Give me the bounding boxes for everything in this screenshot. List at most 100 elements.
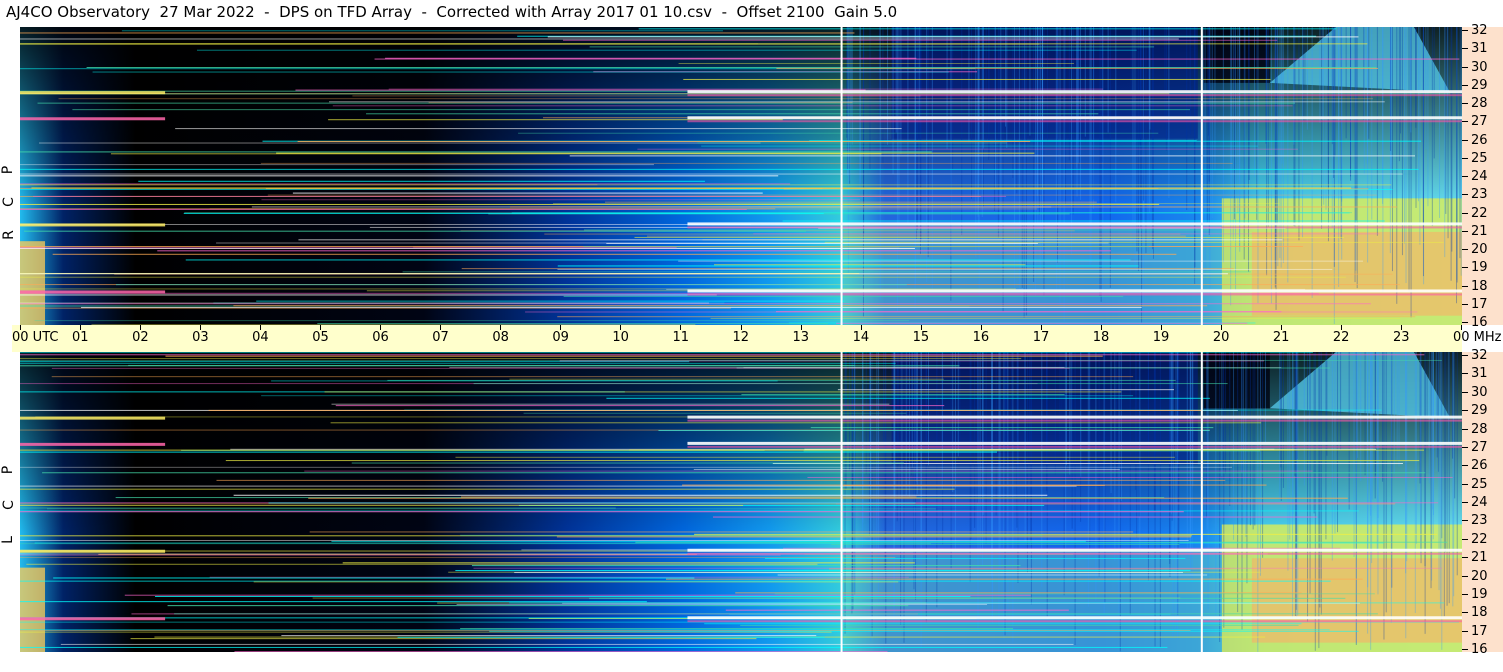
interference-line — [783, 547, 1341, 549]
vertical-streak — [1303, 352, 1305, 486]
vertical-streak — [1302, 27, 1304, 121]
vertical-streak — [974, 352, 976, 528]
interference-line — [209, 208, 1038, 210]
vertical-streak — [1414, 352, 1416, 613]
interference-line — [473, 567, 1442, 569]
freq-tick-label: 30 — [1471, 384, 1488, 400]
time-marker-line — [1200, 352, 1203, 652]
vertical-streak — [931, 27, 933, 290]
top-polarization-char-3: R — [0, 230, 17, 240]
vertical-streak — [1287, 27, 1289, 283]
vertical-streak — [1006, 27, 1008, 149]
interference-line — [803, 450, 1260, 452]
time-tick-label: 07 — [432, 330, 449, 345]
time-tick-label: 19 — [1152, 330, 1170, 345]
interference-line — [714, 264, 1026, 266]
interference-line — [428, 102, 853, 104]
freq-tick — [1462, 520, 1468, 522]
strong-band-edge — [687, 620, 1462, 623]
strong-band — [687, 289, 1462, 293]
freq-tick-label: 16 — [1471, 642, 1488, 657]
interference-line — [234, 651, 888, 652]
interference-line — [124, 594, 1031, 596]
interference-line — [309, 531, 1134, 533]
interference-line — [449, 366, 1065, 368]
interference-line — [20, 557, 896, 559]
time-tick-label: 09 — [552, 330, 569, 345]
vertical-streak — [1327, 27, 1329, 191]
freq-tick — [1462, 249, 1468, 250]
freq-tick-label: 26 — [1471, 132, 1488, 148]
interference-line — [42, 472, 1426, 474]
vertical-streak — [1436, 352, 1438, 458]
vertical-streak — [1420, 352, 1422, 556]
interference-line — [260, 162, 1233, 164]
freq-tick — [1462, 267, 1468, 269]
vertical-streak — [979, 352, 981, 556]
interference-line — [697, 142, 1007, 144]
morning-band — [20, 442, 166, 446]
time-tick-label: 02 — [132, 330, 149, 345]
time-tick-label: 00 MHz — [1453, 330, 1502, 345]
vertical-streak — [1109, 27, 1111, 288]
vertical-streak — [1055, 27, 1057, 293]
vertical-streak — [1069, 352, 1071, 475]
interference-line — [20, 183, 791, 185]
interference-line — [402, 271, 1251, 273]
freq-tick-label: 20 — [1471, 242, 1488, 257]
interference-line — [584, 229, 1210, 231]
interference-line — [678, 63, 1075, 65]
interference-line — [646, 235, 1186, 237]
strong-band-edge — [687, 120, 1462, 123]
interference-line — [20, 43, 1368, 45]
vertical-streak — [1456, 27, 1458, 304]
vertical-streak — [1014, 27, 1016, 293]
vertical-streak — [1065, 27, 1067, 205]
vertical-streak — [1314, 352, 1316, 651]
interference-line — [20, 164, 654, 166]
freq-tick-label: 21 — [1471, 223, 1488, 239]
morning-band — [20, 416, 166, 420]
vertical-streak — [1364, 352, 1366, 476]
strong-band — [687, 415, 1462, 419]
vertical-streak — [1331, 352, 1333, 561]
time-tick-label: 10 — [612, 330, 629, 345]
freq-tick-label: 29 — [1471, 403, 1488, 419]
freq-tick-label: 16 — [1471, 315, 1488, 330]
vertical-streak — [1320, 352, 1322, 615]
freq-tick-label: 25 — [1471, 476, 1488, 492]
interference-line — [20, 151, 932, 153]
interference-line — [233, 305, 1208, 307]
interference-line — [33, 195, 1007, 197]
freq-tick-label: 23 — [1471, 187, 1488, 203]
interference-line — [20, 273, 1228, 275]
time-tick-label: 14 — [852, 330, 870, 345]
interference-line — [753, 233, 1380, 235]
vertical-streak — [1004, 27, 1006, 127]
time-tick-label: 15 — [912, 330, 930, 345]
interference-line — [196, 49, 1137, 51]
spectrogram-lcp — [20, 352, 1462, 652]
interference-line — [569, 155, 1416, 157]
time-marker-line — [840, 27, 843, 325]
interference-line — [46, 508, 936, 510]
vertical-streak — [1267, 27, 1269, 227]
vertical-streak — [1221, 352, 1223, 477]
interference-line — [297, 140, 1031, 142]
vertical-streak — [1294, 352, 1296, 476]
vertical-streak — [999, 27, 1001, 145]
interference-line — [208, 409, 1202, 411]
vertical-streak — [1376, 27, 1378, 236]
freq-tick-label: 26 — [1471, 458, 1488, 474]
interference-line — [606, 242, 1038, 244]
vertical-streak — [1415, 352, 1417, 544]
vertical-streak — [1215, 352, 1217, 616]
vertical-streak — [1071, 352, 1073, 529]
freq-axis-rcp: 32 31 30 29 28 27 26 25 24 23 22 21 20 19 18 17 16 — [1462, 24, 1503, 329]
interference-line — [20, 362, 896, 364]
interference-line — [20, 247, 677, 249]
time-tick-label: 17 — [1032, 330, 1050, 345]
interference-line — [308, 497, 1348, 499]
vertical-streak — [1321, 27, 1323, 229]
interference-line — [167, 605, 909, 607]
